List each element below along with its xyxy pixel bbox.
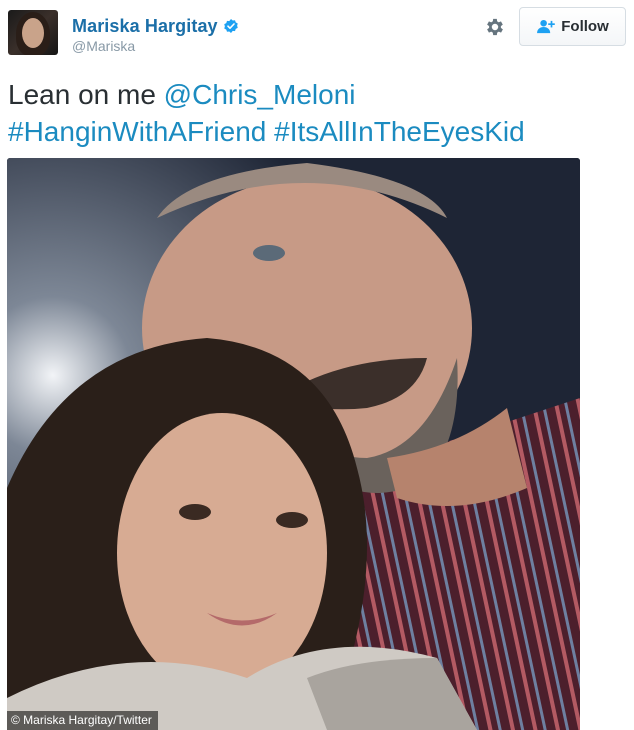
tweet-text-plain: Lean on me <box>8 79 156 110</box>
tweet-photo[interactable]: © Mariska Hargitay/Twitter <box>7 158 580 730</box>
verified-badge-icon <box>223 19 238 33</box>
avatar-face <box>22 18 44 48</box>
photo-credit: © Mariska Hargitay/Twitter <box>7 711 158 730</box>
mention-link[interactable]: @Chris_Meloni <box>164 79 356 110</box>
follow-button-label: Follow <box>561 18 609 35</box>
tweet-text: Lean on me @Chris_Meloni #HanginWithAFri… <box>8 76 626 150</box>
add-user-icon <box>537 19 556 34</box>
selfie-photo-illustration <box>7 158 580 730</box>
avatar[interactable] <box>8 10 58 55</box>
user-handle[interactable]: @Mariska <box>72 38 135 54</box>
hashtag-link[interactable]: #ItsAllInTheEyesKid <box>274 116 525 147</box>
author-name-row: Mariska Hargitay <box>72 14 239 38</box>
follow-button[interactable]: Follow <box>519 7 626 46</box>
gear-icon[interactable] <box>484 16 506 38</box>
hashtag-link[interactable]: #HanginWithAFriend <box>8 116 266 147</box>
display-name[interactable]: Mariska Hargitay <box>72 16 218 37</box>
